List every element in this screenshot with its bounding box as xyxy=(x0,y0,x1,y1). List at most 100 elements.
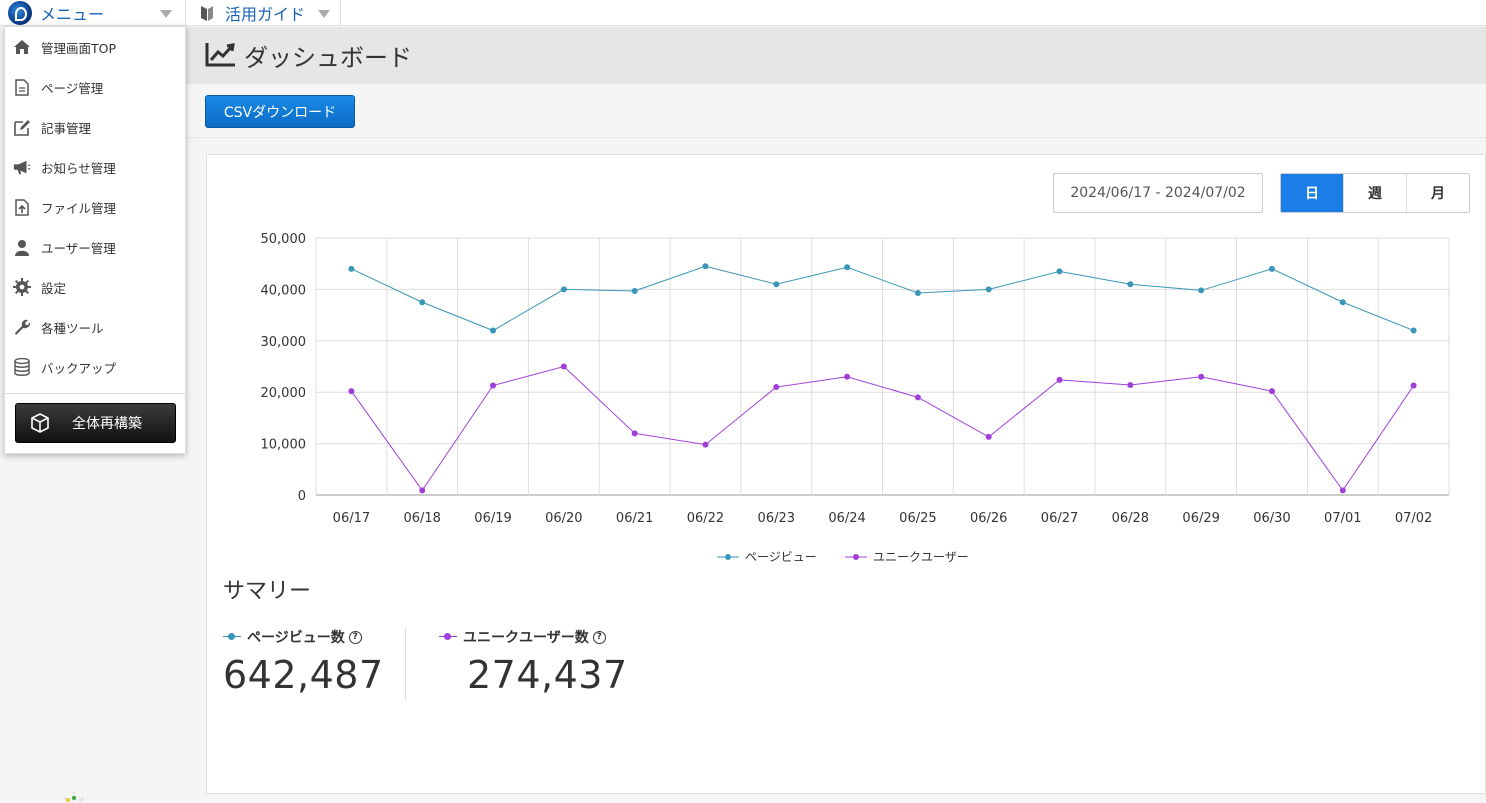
menu-item-label: ページ管理 xyxy=(41,80,104,96)
guide-button[interactable]: 活用ガイド xyxy=(187,0,341,26)
data-point xyxy=(1268,265,1275,272)
data-point xyxy=(1410,327,1417,334)
metric-label: ユニークユーザー数 xyxy=(463,630,589,646)
csv-download-button[interactable]: CSVダウンロード xyxy=(205,95,355,128)
legend-marker xyxy=(853,554,859,560)
data-point xyxy=(1056,268,1063,275)
data-point xyxy=(1339,487,1346,494)
x-tick-label: 07/01 xyxy=(1324,511,1361,526)
x-tick-label: 07/02 xyxy=(1395,511,1432,526)
y-tick-label: 10,000 xyxy=(261,438,307,453)
menu-item-label: 記事管理 xyxy=(41,120,92,136)
menu-item-label: ユーザー管理 xyxy=(41,240,116,256)
data-point xyxy=(348,388,355,395)
data-point xyxy=(844,373,851,380)
menu-item-pages[interactable]: ページ管理 xyxy=(5,67,185,107)
data-point xyxy=(702,263,709,270)
page-icon xyxy=(13,78,31,96)
metric-divider xyxy=(405,627,406,701)
x-tick-label: 06/24 xyxy=(828,511,865,526)
data-point xyxy=(1127,281,1134,288)
loading-spinner-icon xyxy=(63,792,85,802)
menu-item-users[interactable]: ユーザー管理 xyxy=(5,227,185,267)
database-icon xyxy=(13,358,31,376)
data-point xyxy=(631,287,638,294)
data-point xyxy=(560,286,567,293)
y-tick-label: 50,000 xyxy=(261,232,307,247)
x-tick-label: 06/18 xyxy=(403,511,440,526)
wrench-icon xyxy=(13,318,31,336)
logo-icon xyxy=(8,1,32,25)
x-tick-label: 06/23 xyxy=(758,511,795,526)
unique-users-legend-marker xyxy=(439,632,461,642)
data-point xyxy=(985,286,992,293)
x-tick-label: 06/28 xyxy=(1112,511,1149,526)
data-point xyxy=(1198,373,1205,380)
x-tick-label: 06/30 xyxy=(1253,511,1290,526)
menu-label: メニュー xyxy=(40,5,105,24)
metric-pageviews: ページビュー数 ? 642,487 xyxy=(223,627,384,697)
dashboard-panel: 2024/06/17 - 2024/07/02 日 週 月 50,000 40,0… xyxy=(206,154,1486,794)
menu-item-label: お知らせ管理 xyxy=(41,160,116,176)
menu-item-label: バックアップ xyxy=(41,360,117,376)
x-tick-label: 06/25 xyxy=(899,511,936,526)
megaphone-icon xyxy=(13,158,31,176)
summary-title: サマリー xyxy=(223,579,312,604)
x-tick-label: 06/19 xyxy=(474,511,511,526)
line-chart: 50,000 40,000 30,000 20,000 10,000 0 06/17 06/1… xyxy=(261,232,1450,564)
help-icon[interactable]: ? xyxy=(592,630,606,644)
book-icon xyxy=(201,6,213,21)
menu-item-label: 設定 xyxy=(41,280,67,296)
metric-value: 642,487 xyxy=(223,653,384,697)
page-title: ダッシュボード xyxy=(244,44,412,72)
data-point xyxy=(419,299,426,306)
data-point xyxy=(773,384,780,391)
data-point xyxy=(348,265,355,272)
data-point xyxy=(490,382,497,389)
data-point xyxy=(490,327,497,334)
data-point xyxy=(419,487,426,494)
rebuild-all-label: 全体再構築 xyxy=(72,416,142,432)
y-tick-label: 0 xyxy=(298,489,306,504)
menu-item-files[interactable]: ファイル管理 xyxy=(5,187,185,227)
metric-label: ページビュー数 xyxy=(247,630,345,646)
gear-icon xyxy=(13,278,31,296)
data-point xyxy=(1268,388,1275,395)
home-icon xyxy=(13,38,31,56)
toolbar: CSVダウンロード xyxy=(186,84,1486,138)
y-tick-label: 40,000 xyxy=(261,283,307,298)
help-icon[interactable]: ? xyxy=(348,630,362,644)
metric-value: 274,437 xyxy=(467,653,628,697)
main-menu-dropdown: 管理画面TOP ページ管理 記事管理 お知らせ管理 ファイル管理 ユーザー管理 xyxy=(4,26,186,454)
x-tick-label: 06/26 xyxy=(970,511,1007,526)
menu-item-tools[interactable]: 各種ツール xyxy=(5,307,185,347)
menu-item-admin-top[interactable]: 管理画面TOP xyxy=(5,27,185,67)
menu-divider xyxy=(5,393,185,394)
data-point xyxy=(702,441,709,448)
data-point xyxy=(1410,382,1417,389)
chart-line-icon xyxy=(205,43,235,67)
y-tick-label: 30,000 xyxy=(261,335,307,350)
data-point xyxy=(1198,287,1205,294)
menu-item-label: ファイル管理 xyxy=(41,200,117,216)
x-tick-label: 06/29 xyxy=(1182,511,1219,526)
menu-item-backup[interactable]: バックアップ xyxy=(5,347,185,387)
menu-item-articles[interactable]: 記事管理 xyxy=(5,107,185,147)
data-point xyxy=(631,430,638,437)
data-point xyxy=(914,394,921,401)
edit-icon xyxy=(13,118,31,136)
data-point xyxy=(844,264,851,271)
rebuild-all-button[interactable]: 全体再構築 xyxy=(15,403,176,443)
menu-item-news[interactable]: お知らせ管理 xyxy=(5,147,185,187)
data-point xyxy=(773,281,780,288)
menu-item-settings[interactable]: 設定 xyxy=(5,267,185,307)
x-tick-label: 06/20 xyxy=(545,511,582,526)
x-tick-label: 06/27 xyxy=(1041,511,1078,526)
file-upload-icon xyxy=(13,198,31,216)
x-tick-label: 06/21 xyxy=(616,511,653,526)
data-point xyxy=(914,289,921,296)
chevron-down-icon xyxy=(318,10,330,18)
menu-button[interactable]: メニュー xyxy=(0,0,186,26)
guide-label: 活用ガイド xyxy=(225,5,306,24)
user-icon xyxy=(13,238,31,256)
